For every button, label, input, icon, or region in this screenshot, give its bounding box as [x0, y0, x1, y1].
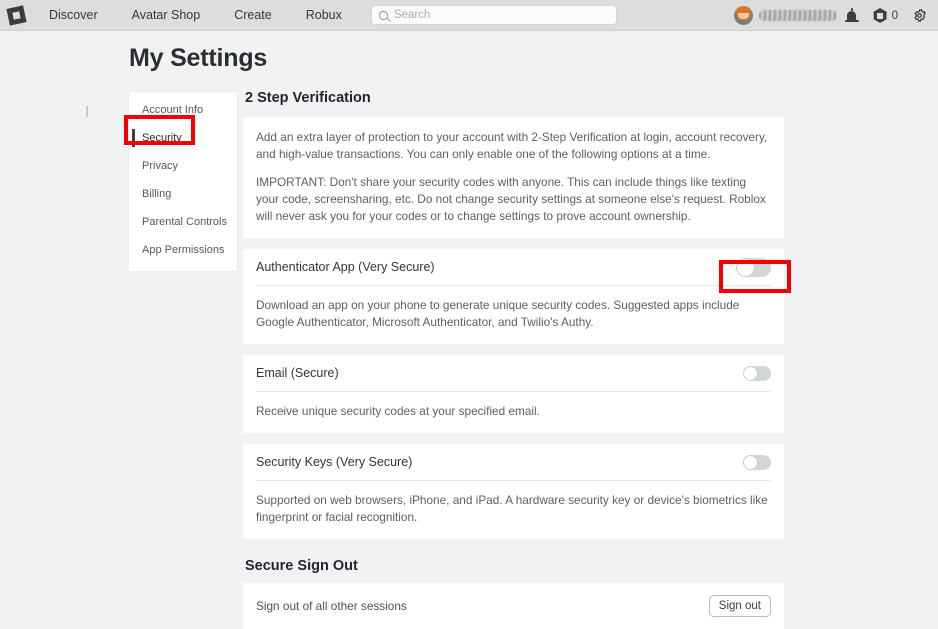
security-keys-toggle[interactable] — [743, 454, 771, 470]
security-keys-row: Security Keys (Very Secure) — [256, 444, 771, 481]
sign-out-sessions-label: Sign out of all other sessions — [256, 599, 407, 613]
sign-out-button[interactable]: Sign out — [708, 595, 771, 617]
nav-link-discover[interactable]: Discover — [32, 0, 115, 31]
sidebar-item-billing[interactable]: Billing — [129, 180, 237, 208]
search-icon — [378, 10, 388, 20]
intro-paragraph-2: IMPORTANT: Don't share your security cod… — [256, 175, 766, 223]
scroll-tick-mark — [86, 106, 88, 117]
nav-link-avatar-shop[interactable]: Avatar Shop — [115, 0, 218, 31]
robux-icon — [873, 8, 887, 23]
robux-count: 0 — [891, 9, 898, 22]
two-step-intro-card: Add an extra layer of protection to your… — [243, 117, 784, 238]
main-content: 2 Step Verification Add an extra layer o… — [243, 90, 784, 629]
email-2sv-body: Receive unique security codes at your sp… — [256, 392, 771, 433]
toggle-knob — [737, 258, 754, 276]
two-step-verification-title: 2 Step Verification — [245, 90, 371, 106]
search-input[interactable] — [387, 6, 609, 24]
roblox-home-button[interactable] — [0, 0, 32, 31]
authenticator-app-label: Authenticator App (Very Secure) — [256, 260, 435, 274]
authenticator-app-card: Authenticator App (Very Secure) Download… — [243, 249, 784, 344]
security-keys-label: Security Keys (Very Secure) — [256, 455, 413, 469]
authenticator-app-toggle[interactable] — [736, 257, 771, 277]
settings-button[interactable] — [904, 0, 934, 31]
email-2sv-card: Email (Secure) Receive unique security c… — [243, 355, 784, 433]
username-redacted — [758, 10, 837, 21]
sidebar-item-app-permissions[interactable]: App Permissions — [129, 236, 237, 264]
authenticator-app-row: Authenticator App (Very Secure) — [256, 249, 771, 286]
security-keys-description: Supported on web browsers, iPhone, and i… — [256, 493, 768, 524]
toggle-knob — [744, 455, 757, 469]
page-title: My Settings — [129, 44, 268, 72]
nav-link-create[interactable]: Create — [217, 0, 289, 31]
nav-link-robux[interactable]: Robux — [289, 0, 359, 31]
sidebar-item-privacy[interactable]: Privacy — [129, 152, 237, 180]
authenticator-app-description: Download an app on your phone to generat… — [256, 298, 740, 329]
email-2sv-row: Email (Secure) — [256, 355, 771, 392]
nav-right-cluster: 0 — [733, 0, 934, 31]
robux-balance-button[interactable]: 0 — [867, 0, 904, 31]
gear-icon — [913, 9, 926, 22]
settings-sidebar: Account Info Security Privacy Billing Pa… — [129, 92, 237, 271]
notification-bell-icon — [844, 8, 859, 22]
security-keys-card: Security Keys (Very Secure) Supported on… — [243, 444, 784, 539]
sidebar-item-parental-controls[interactable]: Parental Controls — [129, 208, 237, 236]
roblox-logo-icon — [5, 4, 27, 26]
notifications-button[interactable] — [837, 0, 867, 31]
sidebar-item-security[interactable]: Security — [129, 124, 237, 152]
sidebar-item-account-info[interactable]: Account Info — [129, 96, 237, 124]
search-box[interactable] — [370, 5, 617, 25]
toggle-knob — [744, 366, 757, 380]
secure-sign-out-card: Sign out of all other sessions Sign out — [243, 583, 784, 629]
email-2sv-description: Receive unique security codes at your sp… — [256, 404, 540, 418]
authenticator-app-body: Download an app on your phone to generat… — [256, 286, 771, 344]
secure-sign-out-title: Secure Sign Out — [245, 558, 358, 574]
security-keys-body: Supported on web browsers, iPhone, and i… — [256, 481, 771, 539]
top-navigation-bar: Discover Avatar Shop Create Robux 0 — [0, 0, 938, 31]
avatar[interactable] — [733, 6, 753, 25]
email-2sv-label: Email (Secure) — [256, 366, 339, 380]
email-2sv-toggle[interactable] — [743, 365, 771, 381]
intro-paragraph-1: Add an extra layer of protection to your… — [256, 130, 768, 161]
